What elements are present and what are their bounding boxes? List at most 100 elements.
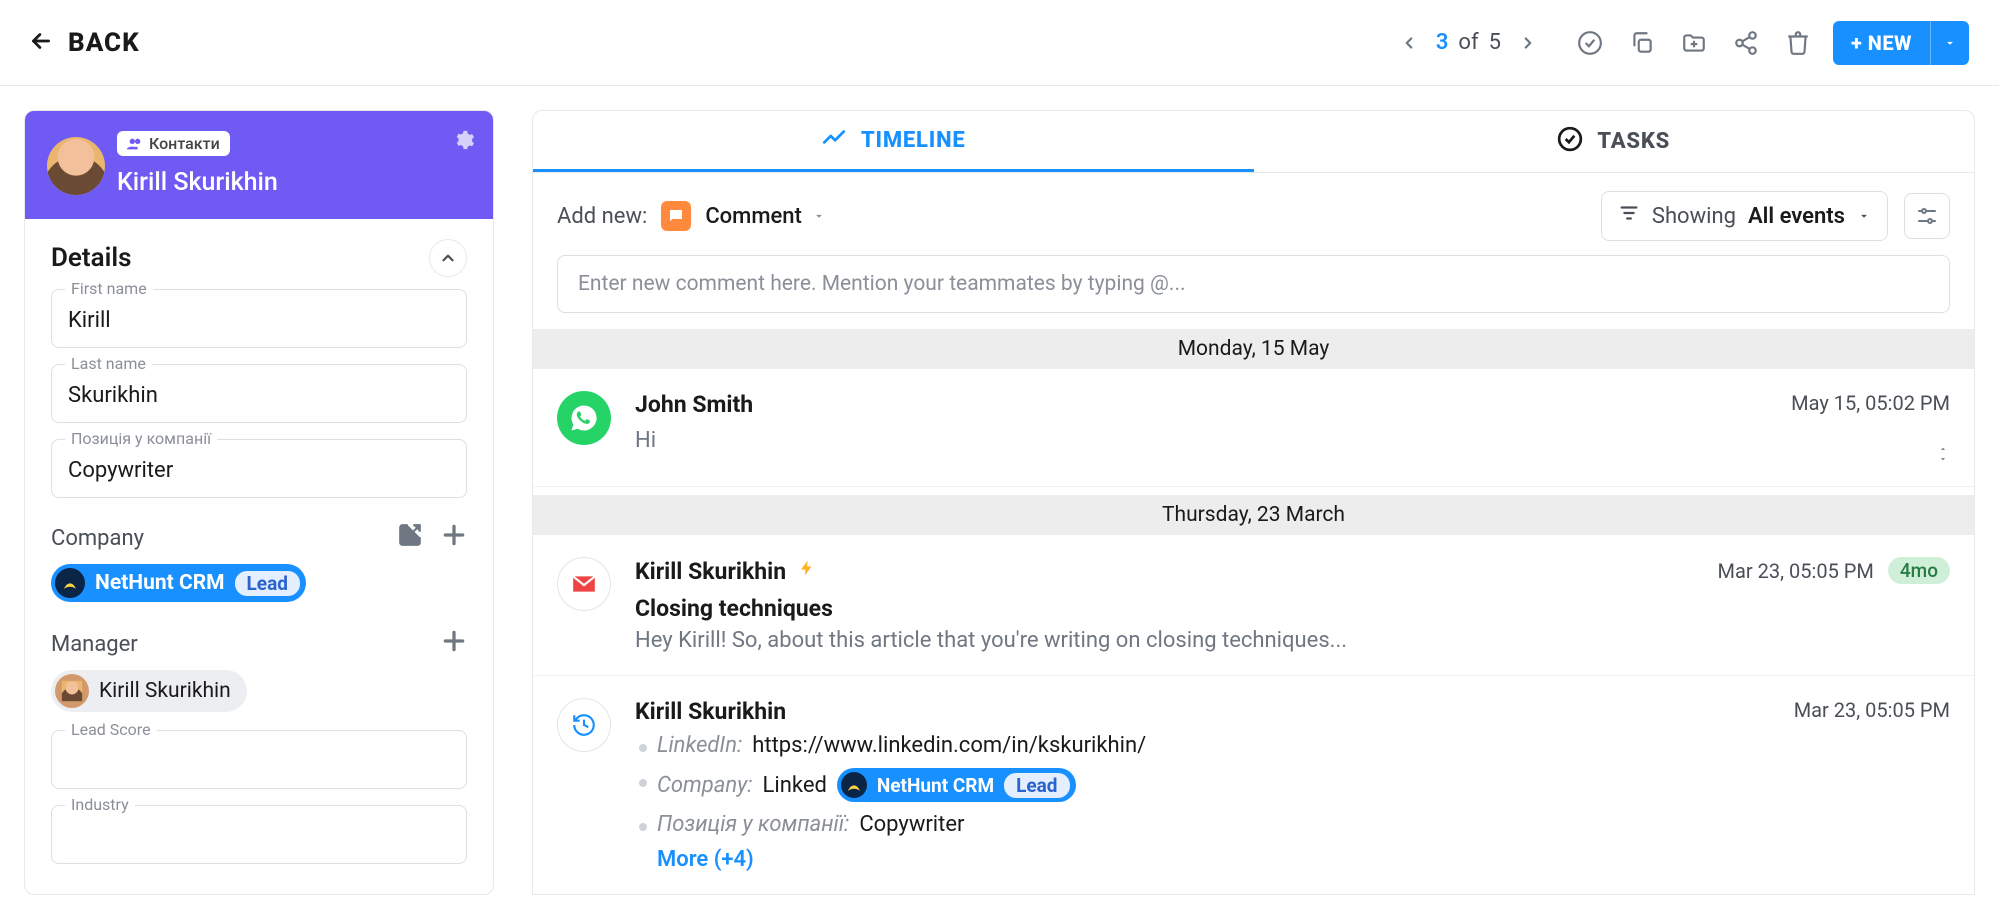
change-key: Company: [657,773,753,798]
open-company-button[interactable] [397,522,423,554]
leadscore-label: Lead Score [65,720,157,739]
industry-field: Industry [51,805,467,864]
manager-chip-name: Kirill Skurikhin [99,679,231,703]
back-label: BACK [68,28,140,58]
change-row: Позиція у компанії: Copywriter [635,812,1950,837]
record-pager: 3 of 5 [1392,26,1545,60]
timeline-toolbar: Add new: Comment Showing All events [533,173,1974,255]
tab-timeline-label: TIMELINE [861,128,966,153]
chevron-down-icon [1857,209,1871,223]
first-name-label: First name [65,279,153,298]
company-chip[interactable]: NetHunt CRM Lead [51,564,306,602]
copy-button[interactable] [1625,26,1659,60]
new-button-group: + NEW [1833,21,1969,65]
event-time: Mar 23, 05:05 PM [1794,698,1950,722]
timeline-settings-button[interactable] [1904,193,1950,239]
content-tabs: TIMELINE TASKS [533,111,1974,173]
pager-current: 3 [1436,30,1449,55]
tasks-icon [1557,126,1583,158]
contact-name: Kirill Skurikhin [117,168,471,197]
add-manager-button[interactable] [441,628,467,660]
mark-done-button[interactable] [1573,26,1607,60]
add-new-label: Add new: [557,204,647,229]
event-sender: Kirill Skurikhin [635,558,786,585]
record-header: Контакти Kirill Skurikhin [25,111,493,219]
timeline-item-whatsapp[interactable]: John Smith May 15, 05:02 PM Hi [533,369,1974,487]
change-key: Позиція у компанії: [657,812,849,837]
event-sender: Kirill Skurikhin [635,698,786,725]
folder-label: Контакти [149,134,220,153]
company-heading: Company [51,526,144,551]
change-value: Copywriter [859,812,964,837]
first-name-field: First name [51,289,467,348]
chevron-down-icon [1936,454,1950,464]
bolt-icon [798,557,816,585]
company-chip-row: NetHunt CRM Lead [25,564,493,620]
manager-chip[interactable]: Kirill Skurikhin [51,670,247,712]
folder-tag[interactable]: Контакти [117,131,230,156]
timeline-item-history[interactable]: Kirill Skurikhin Mar 23, 05:05 PM Linked… [533,676,1974,894]
event-subject: Closing techniques [635,595,1950,622]
event-text: Hi [635,428,656,453]
timeline-icon [821,124,847,156]
company-logo-icon [55,568,85,598]
position-field: Позиція у компанії [51,439,467,498]
company-chip-badge: Lead [1004,773,1069,798]
details-heading: Details [51,243,132,273]
move-folder-button[interactable] [1677,26,1711,60]
date-separator: Monday, 15 May [533,329,1974,369]
chevron-down-icon [812,209,826,223]
tab-tasks[interactable]: TASKS [1254,111,1975,172]
position-label: Позиція у компанії [65,429,217,448]
company-logo-icon [841,772,867,798]
pager-prev-button[interactable] [1392,26,1426,60]
company-subheader: Company [25,514,493,564]
record-sidebar: Контакти Kirill Skurikhin Details First … [24,110,494,895]
manager-heading: Manager [51,632,138,657]
field-change-list: LinkedIn: https://www.linkedin.com/in/ks… [635,733,1950,872]
timeline-item-email[interactable]: Kirill Skurikhin Mar 23, 05:05 PM 4mo Cl… [533,535,1974,676]
show-more-changes-button[interactable]: More (+4) [635,847,1950,872]
manager-avatar [55,674,89,708]
record-settings-button[interactable] [453,129,475,155]
timeline-filters: Showing All events [1601,191,1950,241]
new-button-dropdown[interactable] [1930,21,1969,65]
leadscore-field: Lead Score [51,730,467,789]
company-chip-badge: Lead [235,571,300,596]
chevron-up-icon [1936,444,1950,454]
filter-icon [1618,202,1640,230]
expand-collapse-button[interactable] [1936,444,1950,464]
arrow-left-icon [28,28,54,58]
pager-next-button[interactable] [1511,26,1545,60]
event-snippet: Hey Kirill! So, about this article that … [635,628,1950,653]
change-row: Company: Linked NetHunt CRM Lead [635,768,1950,802]
add-new-type-select[interactable]: Comment [705,204,826,229]
company-chip[interactable]: NetHunt CRM Lead [837,768,1076,802]
event-time: May 15, 05:02 PM [1791,391,1950,415]
comment-type-icon [661,201,691,231]
record-content: TIMELINE TASKS Add new: Comment Showing [532,110,1975,895]
delete-button[interactable] [1781,26,1815,60]
main-layout: Контакти Kirill Skurikhin Details First … [0,86,1999,895]
pager-of: of [1458,30,1478,55]
tab-timeline[interactable]: TIMELINE [533,111,1254,172]
filter-value: All events [1748,204,1845,229]
date-separator: Thursday, 23 March [533,495,1974,535]
events-filter-select[interactable]: Showing All events [1601,191,1888,241]
new-button[interactable]: + NEW [1833,21,1930,65]
change-value-prefix: Linked [763,773,827,798]
topbar-actions: 3 of 5 + NEW [1392,21,1969,65]
contact-avatar [47,137,105,195]
event-time: Mar 23, 05:05 PM [1718,559,1874,583]
last-name-field: Last name [51,364,467,423]
add-company-button[interactable] [441,522,467,554]
topbar: BACK 3 of 5 + NEW [0,0,1999,86]
tab-tasks-label: TASKS [1597,129,1670,154]
back-button[interactable]: BACK [28,28,140,58]
new-comment-input[interactable]: Enter new comment here. Mention your tea… [557,255,1950,313]
details-collapse-button[interactable] [429,239,467,277]
company-chip-name: NetHunt CRM [877,774,994,797]
share-button[interactable] [1729,26,1763,60]
add-new-type-value: Comment [705,204,802,229]
industry-label: Industry [65,795,135,814]
